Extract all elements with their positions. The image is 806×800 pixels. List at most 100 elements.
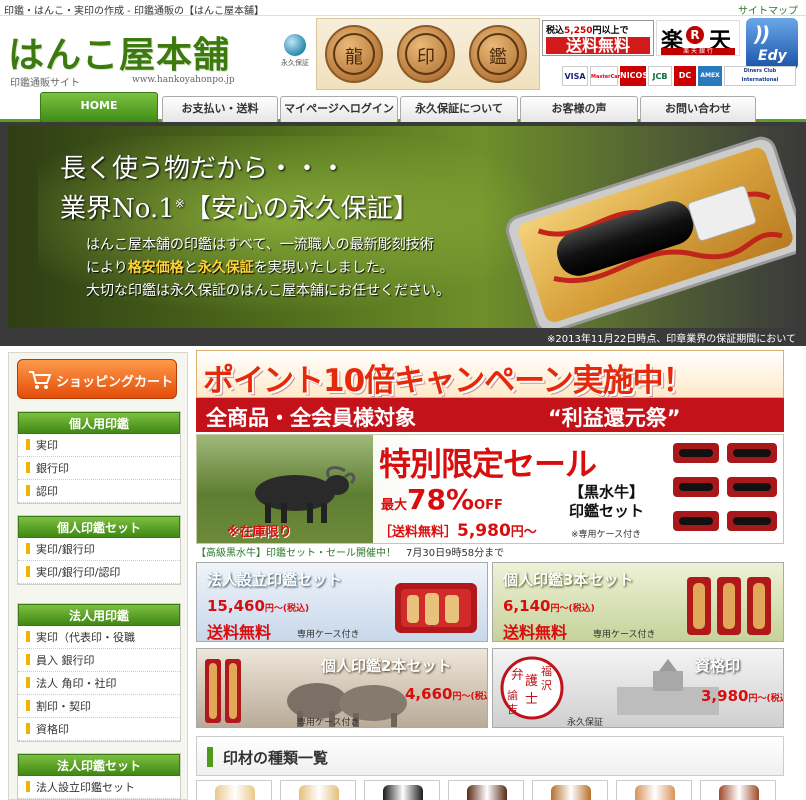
sidebar-item-corp-bank[interactable]: 員入 銀行印	[18, 649, 180, 672]
sale-countdown: 7月30日9時58分まで	[406, 548, 505, 559]
cart-icon	[29, 371, 52, 389]
tile-case-note: 専用ケース付き	[297, 718, 360, 728]
svg-text:吉: 吉	[507, 703, 518, 716]
free-shipping-amount: 5,250	[564, 26, 593, 36]
material-swatch[interactable]	[616, 780, 692, 800]
tile-case-note: 専用ケース付き	[593, 630, 656, 640]
hero-footnote: ※2013年11月22日時点、印章業界の保証期間において	[547, 334, 796, 345]
tile-title: 個人印鑑3本セット	[503, 571, 634, 589]
site-logo[interactable]: はんこ屋本舗	[8, 26, 230, 78]
edy-logo[interactable]: )) Edy	[746, 18, 798, 70]
edy-label: Edy	[758, 48, 787, 64]
logo-url: www.hankoyahonpo.jp	[132, 75, 235, 85]
eternal-warranty-label: 永久保証	[281, 59, 309, 67]
site-header: はんこ屋本舗 印鑑通販サイト www.hankoyahonpo.jp 永久保証 …	[0, 16, 806, 92]
seal-stamp-image: 鑑	[469, 25, 527, 83]
sidebar-item-set-3[interactable]: 実印/銀行印/認印	[18, 561, 180, 584]
tile-price: 15,460円～(税込)	[207, 597, 310, 615]
sidebar-item-shikakuin[interactable]: 資格印	[18, 718, 180, 741]
seal-banner[interactable]: 龍 印 鑑	[316, 18, 540, 90]
sidebar-item-set-2[interactable]: 実印/銀行印	[18, 538, 180, 561]
shopping-cart-button[interactable]: ショッピングカート	[17, 359, 177, 399]
materials-section-header: 印材の種類一覧	[196, 736, 784, 776]
materials-title: 印材の種類一覧	[223, 749, 329, 767]
product-tile-corp-set[interactable]: 法人設立印鑑セット 15,460円～(税込) 送料無料 専用ケース付き	[196, 562, 488, 642]
rakuten-bank-label: 楽 天 銀 行	[661, 48, 735, 55]
product-tile-shikakuin[interactable]: 弁 護 士 福 沢 諭 吉 資格印 3,980円～(税込) 永久保証	[492, 648, 784, 728]
sale-case-note: ※専用ケース付き	[571, 530, 642, 540]
tab-customer-voices[interactable]: お客様の声	[520, 96, 638, 122]
diners-club-icon: Diners Club International	[724, 66, 796, 86]
campaign-target: 全商品・全会員様対象	[206, 406, 416, 430]
sidebar-group-personal-set: 個人印鑑セット 実印/銀行印 実印/銀行印/認印	[17, 515, 181, 585]
materials-list	[196, 780, 784, 800]
shopping-cart-label: ショッピングカート	[56, 375, 174, 390]
nicos-icon: NICOS	[620, 66, 648, 86]
sidebar-item-warin[interactable]: 割印・契印	[18, 695, 180, 718]
material-swatch[interactable]	[532, 780, 608, 800]
hero-headline: 長く使う物だから・・・	[60, 154, 347, 184]
product-tile-2set[interactable]: 個人印鑑2本セット 4,660円～(税込) 専用ケース付き	[196, 648, 488, 728]
campaign-banner[interactable]: ポイント10倍キャンペーン実施中！ 全商品・全会員様対象 “利益還元祭”	[196, 350, 784, 432]
left-sidebar: ショッピングカート 個人用印鑑 実印 銀行印 認印 個人印鑑セット 実印/銀行印…	[8, 352, 188, 800]
tile-free-shipping: 送料無料	[503, 623, 568, 642]
material-swatch[interactable]	[700, 780, 776, 800]
material-sample-image	[299, 785, 339, 800]
sidebar-heading: 法人用印鑑	[18, 604, 180, 626]
dc-card-icon: DC	[674, 66, 696, 86]
campaign-title: ポイント10倍キャンペーン実施中！	[203, 363, 694, 399]
svg-text:護: 護	[525, 673, 538, 689]
tab-payment-shipping[interactable]: お支払い・送料	[162, 96, 278, 122]
tab-home[interactable]: HOME	[40, 92, 158, 122]
edy-wave-icon: ))	[754, 22, 770, 46]
tab-contact[interactable]: お問い合わせ	[640, 96, 756, 122]
eternal-warranty-badge: 永久保証	[280, 34, 310, 76]
tile-free-shipping: 送料無料	[207, 623, 272, 642]
tile-price: 6,140円～(税込)	[503, 597, 595, 615]
sidebar-item-mitomein[interactable]: 認印	[18, 480, 180, 503]
tile-title: 法人設立印鑑セット	[207, 571, 343, 589]
material-swatch[interactable]	[364, 780, 440, 800]
tab-mypage-login[interactable]: マイページへログイン	[280, 96, 398, 122]
sale-banner[interactable]: ※在庫限り 特別限定セール 最大78%OFF 【黒水牛】 印鑑セット ［送料無料］…	[196, 434, 784, 544]
product-tile-3set[interactable]: 個人印鑑3本セット 6,140円～(税込) 送料無料 専用ケース付き	[492, 562, 784, 642]
jcb-icon: JCB	[648, 66, 672, 86]
rakuten-bank-logo[interactable]: 楽天 R 楽 天 銀 行	[656, 20, 740, 56]
hero-banner[interactable]: 長く使う物だから・・・ 業界No.1※【安心の永久保証】 はんこ屋本舗の印鑑はす…	[0, 122, 806, 346]
material-swatch[interactable]	[280, 780, 356, 800]
sidebar-heading: 法人印鑑セット	[18, 754, 180, 776]
tab-eternal-warranty[interactable]: 永久保証について	[400, 96, 518, 122]
svg-text:沢: 沢	[541, 678, 552, 692]
svg-text:弁: 弁	[511, 668, 524, 683]
rakuten-r-icon: R	[686, 26, 704, 44]
stamp-set-image	[673, 443, 777, 531]
seal-stamp-image: 龍	[325, 25, 383, 83]
material-sample-image	[467, 785, 507, 800]
visa-icon: VISA	[562, 66, 588, 86]
sale-title: 特別限定セール	[379, 445, 597, 483]
sidebar-group-corporate-set: 法人印鑑セット 法人設立印鑑セット	[17, 753, 181, 800]
shikakuin-stamp-image: 弁 護 士 福 沢 諭 吉	[500, 656, 564, 720]
sidebar-group-corporate: 法人用印鑑 実印（代表印・役職 員入 銀行印 法人 角印・社印 割印・契印 資格…	[17, 603, 181, 742]
svg-text:士: 士	[525, 692, 538, 707]
free-shipping-label: 送料無料	[546, 37, 650, 54]
sitemap-link[interactable]: サイトマップ	[738, 2, 798, 17]
campaign-name: “利益還元祭”	[548, 406, 681, 430]
free-shipping-badge[interactable]: 税込5,250円以上で 送料無料	[542, 20, 654, 56]
hero-description: はんこ屋本舗の印鑑はすべて、一流職人の最新彫刻技術 により格安価格と永久保証を実…	[86, 237, 450, 299]
sidebar-item-corp-square[interactable]: 法人 角印・社印	[18, 672, 180, 695]
sidebar-item-bank-seal[interactable]: 銀行印	[18, 457, 180, 480]
material-sample-image	[719, 785, 759, 800]
sidebar-item-corp-jitsuin[interactable]: 実印（代表印・役職	[18, 626, 180, 649]
sale-notice[interactable]: 【高級黒水牛】印鑑セット・セール開催中！ 7月30日9時58分まで	[196, 544, 504, 559]
sidebar-item-jitsuin[interactable]: 実印	[18, 434, 180, 457]
sale-price: ［送料無料］5,980円～	[379, 521, 537, 541]
water-buffalo-image	[255, 466, 356, 523]
tile-case-note: 専用ケース付き	[297, 630, 360, 640]
material-swatch[interactable]	[448, 780, 524, 800]
material-swatch[interactable]	[196, 780, 272, 800]
tile-price: 4,660円～(税込)	[405, 685, 487, 703]
material-sample-image	[383, 785, 423, 800]
sidebar-item-corp-set[interactable]: 法人設立印鑑セット	[18, 776, 180, 799]
free-shipping-condition: 円以上で	[592, 26, 629, 36]
